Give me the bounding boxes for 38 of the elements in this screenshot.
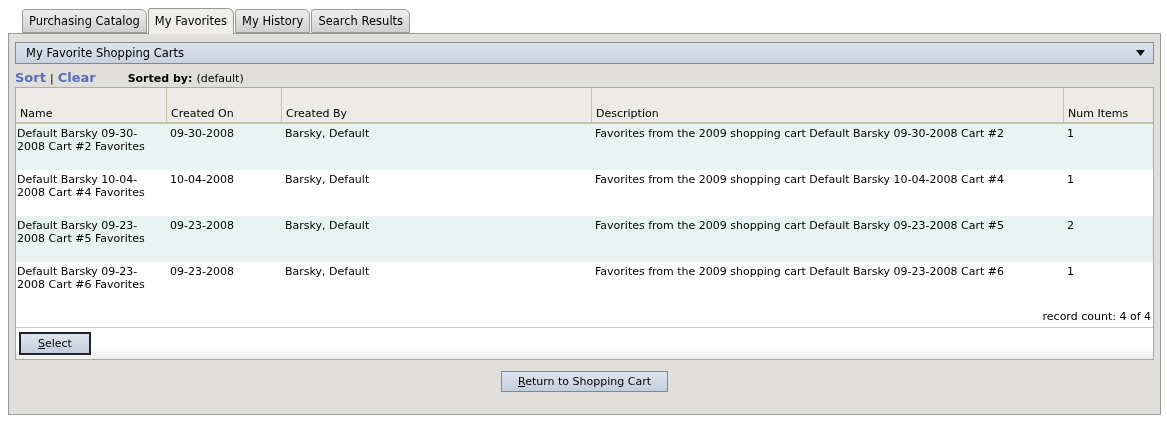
table-cell: 1 [1067,265,1074,278]
sorted-by-label: Sorted by: [127,72,193,85]
return-button[interactable]: Return to Shopping Cart [501,371,668,392]
table-cell: Barsky, Default [285,219,370,232]
table-cell: 10-04-2008 [170,173,234,186]
table-cell: 09-30-2008 [170,127,234,140]
table-cell: Favorites from the 2009 shopping cart Default Barsky 09-23-2008 Cart #6 [595,265,1004,278]
table-cell: 1 [1067,127,1074,140]
table-cell: 1 [1067,173,1074,186]
column-header[interactable]: Name [20,107,53,120]
table-cell: Default Barsky 09-23-2008 Cart #5 Favorites [17,219,145,245]
tab[interactable]: My History [235,9,311,33]
record-count: record count: 4 of 4 [1042,310,1151,323]
table-cell: Default Barsky 09-30-2008 Cart #2 Favorites [17,127,145,153]
tab[interactable]: Purchasing Catalog [22,9,147,33]
tab[interactable]: Search Results [311,9,411,33]
caret-icon [1136,50,1145,56]
table-cell: Barsky, Default [285,127,370,140]
column-header[interactable]: Created On [171,107,234,120]
select-button[interactable]: Select [19,332,91,355]
table-cell: Default Barsky 10-04-2008 Cart #4 Favorites [17,173,145,199]
table-cell: Favorites from the 2009 shopping cart Default Barsky 10-04-2008 Cart #4 [595,173,1004,186]
dropdown[interactable]: My Favorite Shopping Carts [15,42,1154,64]
sorted-by-value: (default) [196,72,244,85]
table-cell: Favorites from the 2009 shopping cart Default Barsky 09-23-2008 Cart #5 [595,219,1004,232]
table-cell: Barsky, Default [285,265,370,278]
tab[interactable]: My Favorites [147,8,235,34]
clear-link[interactable]: Clear [57,70,96,85]
table-cell: Default Barsky 09-23-2008 Cart #6 Favorites [17,265,145,291]
table-cell: 2 [1067,219,1074,232]
table-cell: 09-23-2008 [170,219,234,232]
column-header[interactable]: Description [596,107,659,120]
column-header[interactable]: Created By [286,107,348,120]
table-cell: Favorites from the 2009 shopping cart Default Barsky 09-30-2008 Cart #2 [595,127,1004,140]
sort-link[interactable]: Sort [15,70,46,85]
table-cell: 09-23-2008 [170,265,234,278]
table-cell: Barsky, Default [285,173,370,186]
separator: | [49,72,54,85]
